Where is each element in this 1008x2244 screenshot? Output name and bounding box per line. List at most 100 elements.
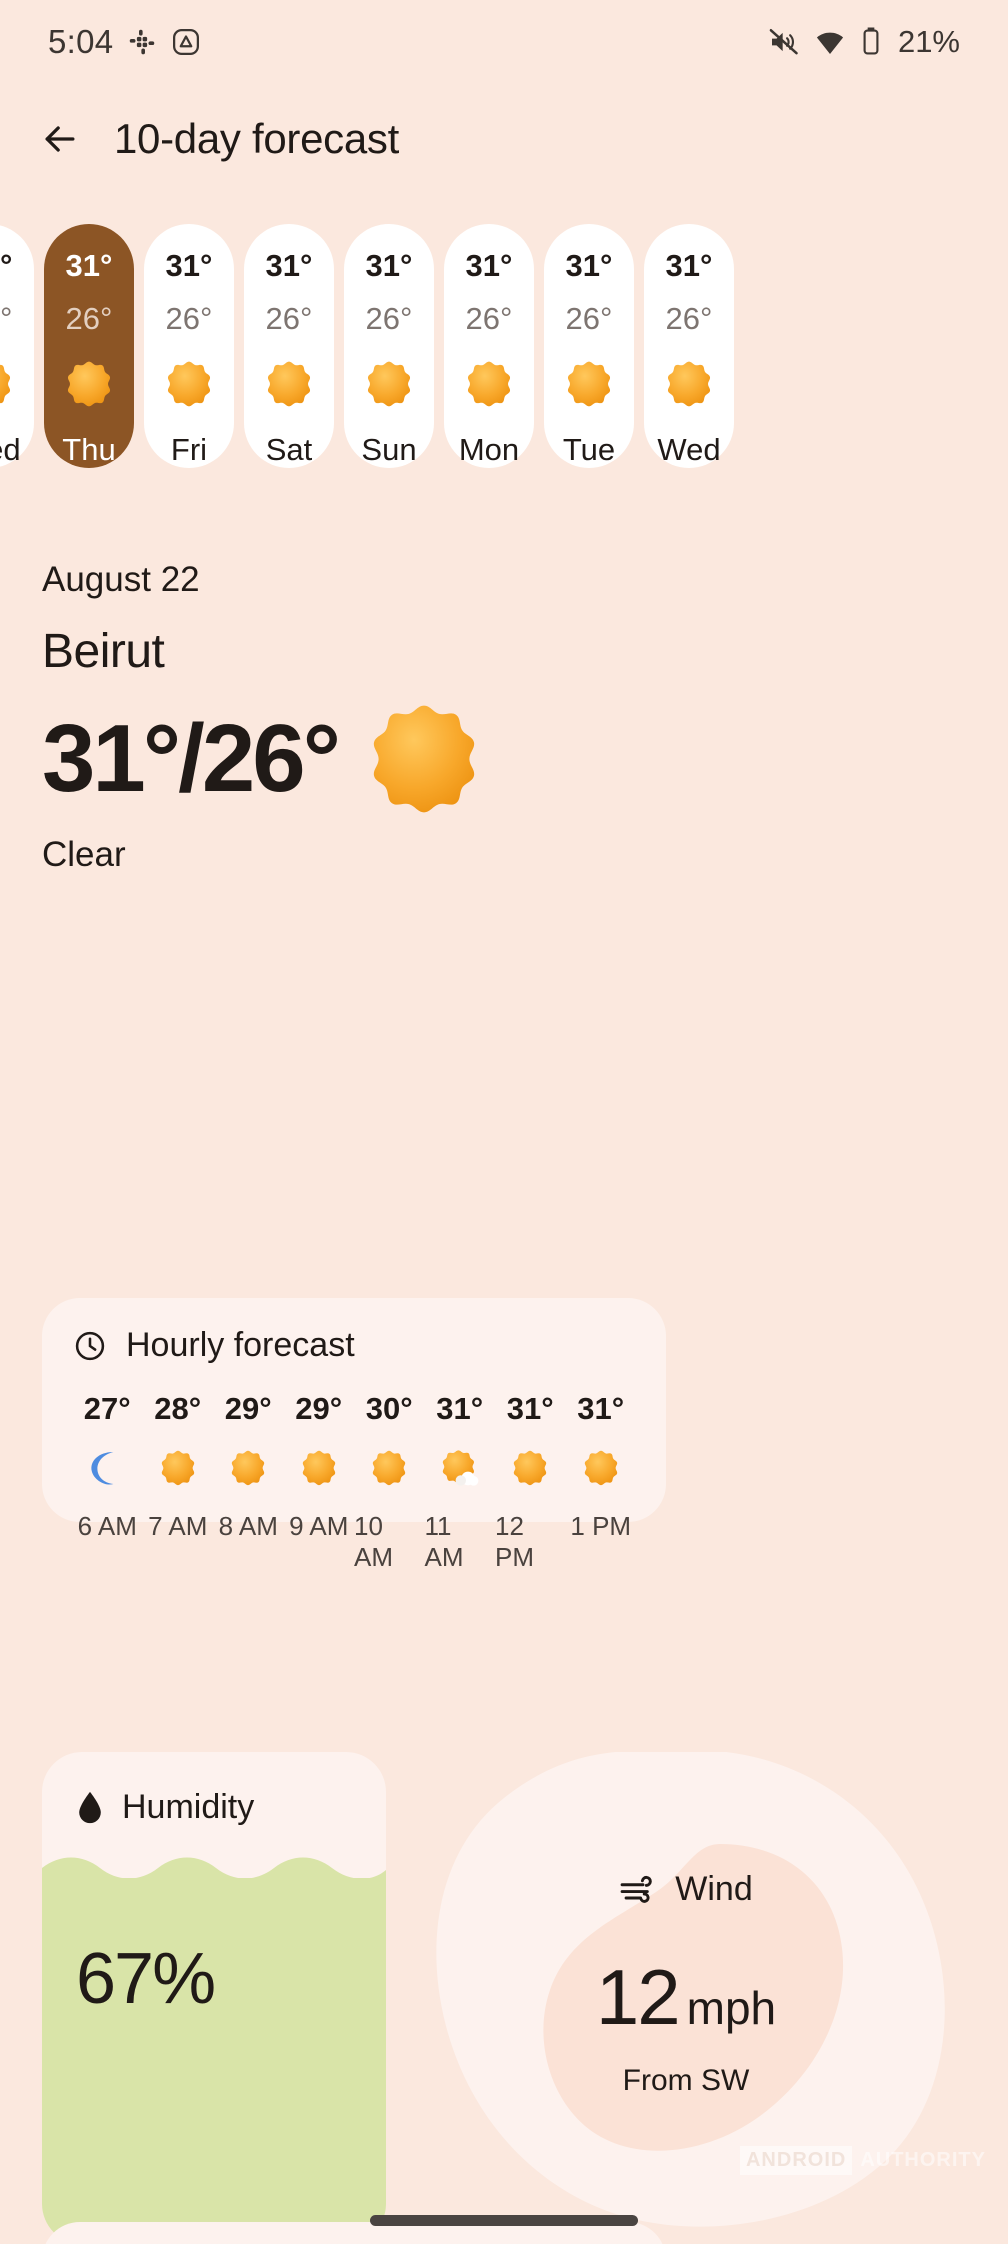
slack-icon <box>127 27 157 57</box>
hourly-time: 1 PM <box>570 1511 632 1541</box>
day-card-thu-1[interactable]: 31° 26° Thu <box>44 224 134 468</box>
sunny-icon <box>158 1447 198 1489</box>
hourly-forecast-title: Hourly forecast <box>126 1326 355 1364</box>
moon-icon <box>87 1447 127 1489</box>
wind-unit: mph <box>686 1982 777 2034</box>
wind-icon <box>619 1874 659 1906</box>
home-indicator[interactable] <box>370 2215 638 2226</box>
day-card-label: Wed <box>0 432 21 467</box>
back-button[interactable] <box>34 113 86 165</box>
sunny-icon <box>663 358 715 410</box>
day-card-label: Fri <box>170 432 208 467</box>
hourly-forecast-header: Hourly forecast <box>72 1326 636 1365</box>
sunny-icon <box>463 358 515 410</box>
partly-cloudy-icon <box>440 1447 480 1489</box>
day-card-high: 31° <box>165 248 213 283</box>
wind-title: Wind <box>675 1870 753 1908</box>
summary-condition: Clear <box>42 835 126 874</box>
day-card-high: 31° <box>465 248 513 283</box>
hourly-temp: 31° <box>577 1391 625 1426</box>
day-card-high: 31° <box>265 248 313 283</box>
day-card-high: 31° <box>365 248 413 283</box>
sunny-icon <box>362 697 486 821</box>
hourly-column-5: 31° 11 AM <box>425 1391 496 1573</box>
hourly-forecast-card[interactable]: Hourly forecast 27° 6 AM 28° 7 AM 29° 8 AM 29°… <box>42 1298 666 1572</box>
hourly-temp: 31° <box>436 1391 484 1426</box>
hourly-temp: 27° <box>83 1391 131 1426</box>
hourly-column-4: 30° 10 AM <box>354 1391 425 1573</box>
summary-temperature: 31°/26° <box>42 705 341 813</box>
status-bar: 5:04 21% <box>0 0 1008 84</box>
hourly-column-1: 28° 7 AM <box>143 1391 214 1573</box>
day-card-sat-3[interactable]: 31° 26° Sat <box>244 224 334 468</box>
day-card-label: Sat <box>265 432 313 467</box>
day-forecast-strip[interactable]: 31° 26° Wed 31° 26° Thu 31° 26° Fri 31° 26° Sat 31° 2… <box>0 224 1008 468</box>
day-card-high: 31° <box>65 248 113 283</box>
hourly-time: 8 AM <box>218 1511 278 1541</box>
battery-percent: 21% <box>897 24 960 59</box>
hourly-time: 9 AM <box>289 1511 349 1541</box>
mute-icon <box>768 26 800 58</box>
day-card-label: Tue <box>562 432 616 467</box>
hourly-temp: 31° <box>506 1391 554 1426</box>
status-bar-left: 5:04 <box>48 23 201 61</box>
humidity-title: Humidity <box>122 1788 255 1826</box>
wifi-icon <box>814 26 846 58</box>
sunny-icon <box>581 1447 621 1489</box>
hourly-time: 12 PM <box>495 1511 534 1572</box>
triangle-alert-icon <box>171 27 201 57</box>
humidity-header: Humidity <box>42 1752 386 1827</box>
wind-value: 12 <box>595 1953 681 2041</box>
status-bar-clock: 5:04 <box>48 23 114 60</box>
humidity-wave <box>42 1857 386 1886</box>
summary-date: August 22 <box>42 560 200 599</box>
day-card-high: 31° <box>565 248 613 283</box>
day-card-wed-7[interactable]: 31° 26° Wed <box>644 224 734 468</box>
sunny-icon <box>363 358 415 410</box>
wind-header: Wind <box>404 1870 968 1909</box>
day-summary: August 22 Beirut 31°/26° Clear <box>42 560 962 875</box>
hourly-temp: 30° <box>365 1391 413 1426</box>
humidity-card[interactable]: Humidity 67% <box>42 1752 386 2244</box>
day-card-label: Thu <box>62 432 116 467</box>
humidity-value: 67% <box>76 1939 216 2019</box>
sunny-icon <box>228 1447 268 1489</box>
day-card-high: 31° <box>0 248 13 283</box>
status-bar-right: 21% <box>768 24 960 60</box>
hourly-time: 10 AM <box>354 1511 393 1572</box>
hourly-forecast-columns: 27° 6 AM 28° 7 AM 29° 8 AM 29° 9 AM 30° 10 AM 31° 1… <box>72 1391 636 1573</box>
water-drop-icon <box>74 1790 106 1826</box>
day-card-low: 26° <box>65 301 113 336</box>
wind-value-row: 12 mph <box>404 1952 968 2043</box>
hourly-time: 11 AM <box>424 1511 464 1572</box>
hourly-column-6: 31° 12 PM <box>495 1391 566 1573</box>
day-card-fri-2[interactable]: 31° 26° Fri <box>144 224 234 468</box>
hourly-column-0: 27° 6 AM <box>72 1391 143 1573</box>
sunny-icon <box>63 358 115 410</box>
day-card-tue-6[interactable]: 31° 26° Tue <box>544 224 634 468</box>
day-card-mon-5[interactable]: 31° 26° Mon <box>444 224 534 468</box>
day-card-label: Wed <box>657 432 721 467</box>
watermark: ANDROID AUTHORITY <box>739 2146 988 2175</box>
battery-icon <box>860 26 882 58</box>
day-card-low: 26° <box>165 301 213 336</box>
humidity-fill <box>42 1878 386 2244</box>
app-bar: 10-day forecast <box>0 96 1008 182</box>
arrow-back-icon <box>38 117 82 161</box>
sunny-icon <box>263 358 315 410</box>
day-card-sun-4[interactable]: 31° 26° Sun <box>344 224 434 468</box>
sunny-icon <box>369 1447 409 1489</box>
day-card-low: 26° <box>265 301 313 336</box>
day-card-low: 26° <box>565 301 613 336</box>
day-card-low: 26° <box>0 301 13 336</box>
sunny-icon <box>299 1447 339 1489</box>
wind-direction: From SW <box>622 2064 750 2097</box>
hourly-time: 6 AM <box>77 1511 137 1541</box>
day-card-low: 26° <box>665 301 713 336</box>
sunny-icon <box>563 358 615 410</box>
clock-icon <box>72 1328 108 1364</box>
day-card-wed-0[interactable]: 31° 26° Wed <box>0 224 34 468</box>
hourly-temp: 29° <box>224 1391 272 1426</box>
watermark-part-one: ANDROID <box>739 2146 853 2175</box>
sunny-icon <box>510 1447 550 1489</box>
